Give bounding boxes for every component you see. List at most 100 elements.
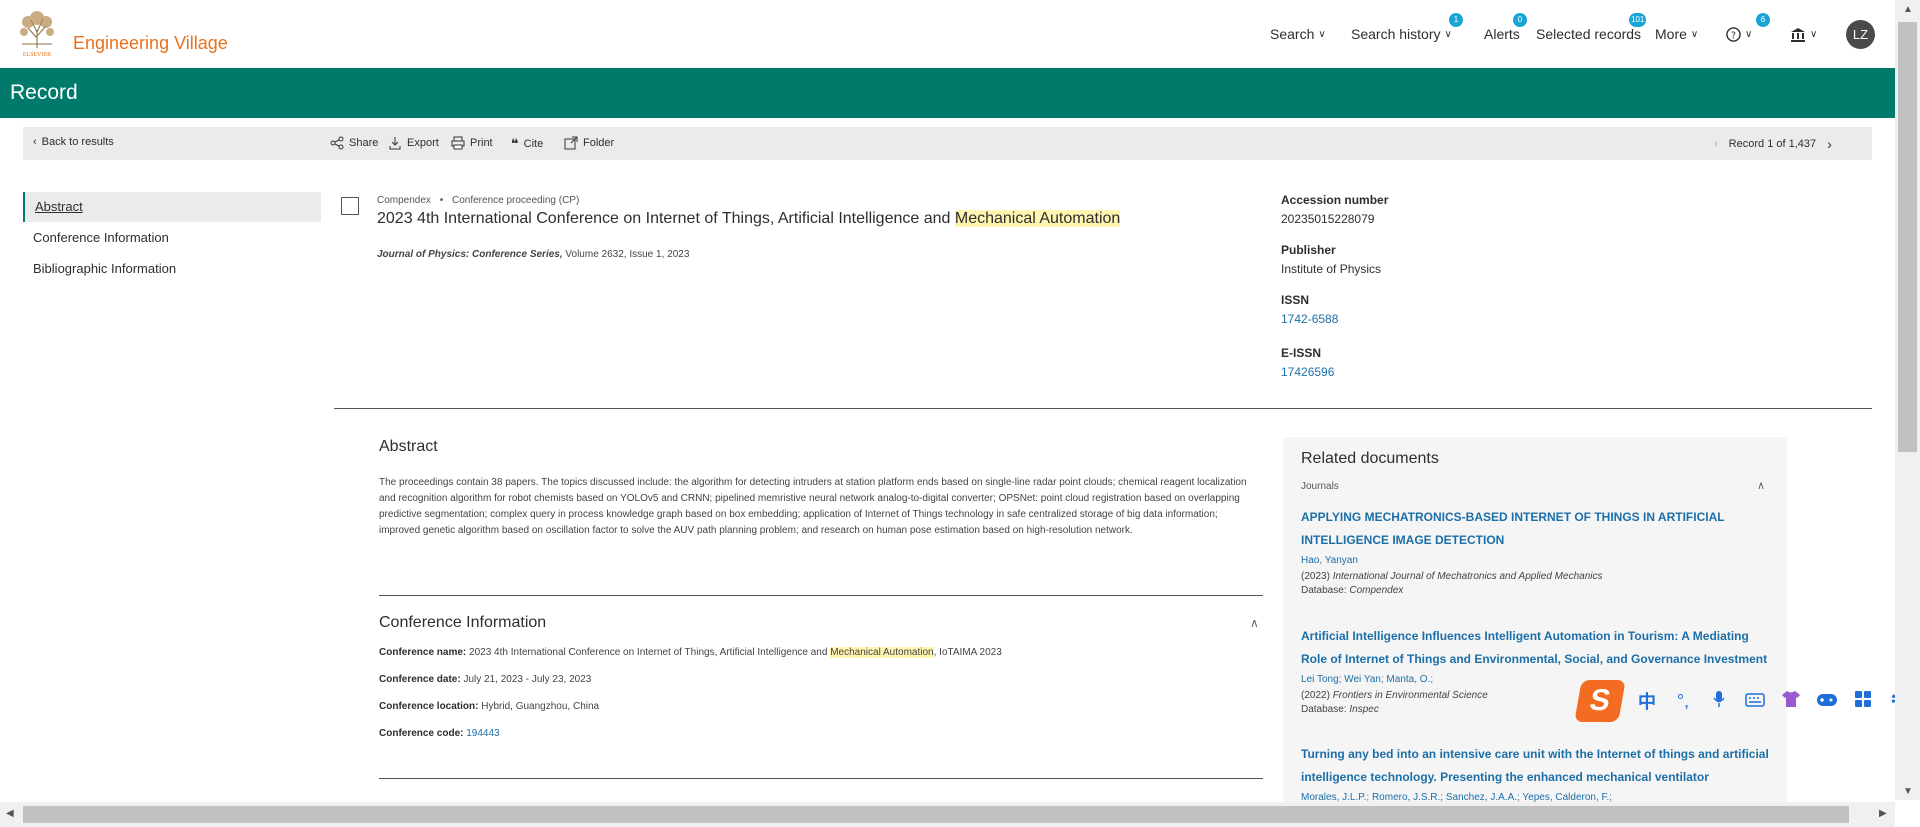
related-documents-panel: Related documents Journals ∧ APPLYING ME… xyxy=(1283,437,1787,807)
scroll-down-arrow-icon[interactable]: ▼ xyxy=(1903,786,1913,797)
select-record-checkbox[interactable] xyxy=(341,197,359,215)
related-doc-authors[interactable]: Hao, Yanyan xyxy=(1301,555,1777,566)
chevron-up-icon[interactable]: ∧ xyxy=(1250,616,1259,630)
chevron-down-icon: ∨ xyxy=(1690,28,1699,40)
conference-location-value: Hybrid, Guangzhou, China xyxy=(478,701,600,712)
export-button[interactable]: Export xyxy=(388,136,439,150)
conference-name-highlight: Mechanical Automation xyxy=(830,647,934,658)
chevron-left-icon: ‹ xyxy=(33,136,37,148)
chevron-up-icon[interactable]: ∧ xyxy=(1757,479,1765,492)
abstract-heading: Abstract xyxy=(379,438,438,455)
related-doc-title-link[interactable]: Artificial Intelligence Influences Intel… xyxy=(1301,625,1777,671)
horizontal-scroll-thumb[interactable] xyxy=(23,806,1849,823)
alerts-badge: 0 xyxy=(1513,13,1527,27)
issn-link[interactable]: 1742-6588 xyxy=(1281,312,1338,326)
brand-name[interactable]: Engineering Village xyxy=(73,33,228,54)
microphone-icon[interactable] xyxy=(1708,690,1730,713)
share-button[interactable]: Share xyxy=(330,136,378,150)
related-doc-year-source: (2023) International Journal of Mechatro… xyxy=(1301,571,1777,582)
share-label: Share xyxy=(349,137,379,149)
record-meta: Compendex • Conference proceeding (CP) xyxy=(377,195,579,206)
nav-more[interactable]: More ∨ xyxy=(1655,24,1698,44)
chevron-right-icon[interactable]: › xyxy=(1827,136,1832,152)
journal-name: Journal of Physics: Conference Series, xyxy=(377,249,563,260)
accession-block: Accession number 20235015228079 xyxy=(1281,193,1388,226)
scroll-right-arrow-icon[interactable]: ▶ xyxy=(1879,808,1887,819)
conference-location-row: Conference location: Hybrid, Guangzhou, … xyxy=(379,701,599,712)
issn-block: ISSN 1742-6588 xyxy=(1281,293,1338,326)
record-toolbar: ‹ Back to results Share Export Print ❝ C… xyxy=(23,127,1872,160)
print-button[interactable]: Print xyxy=(451,136,493,150)
eissn-label: E-ISSN xyxy=(1281,346,1322,360)
page-title-bar: Record xyxy=(0,68,1895,118)
nav-selected-records-label: Selected records xyxy=(1536,26,1642,42)
related-doc-year: (2022) xyxy=(1301,690,1330,701)
nav-conference-information[interactable]: Conference Information xyxy=(23,223,321,253)
nav-help[interactable]: ? ∨ 6 xyxy=(1726,13,1770,44)
database-label: Database: xyxy=(1301,585,1347,596)
institution-icon xyxy=(1791,27,1805,42)
selected-records-badge: 101 xyxy=(1629,13,1647,27)
record-section-nav: Abstract Conference Information Bibliogr… xyxy=(23,192,321,285)
database-label: Compendex xyxy=(377,195,431,206)
nav-search[interactable]: Search ∨ xyxy=(1270,24,1326,44)
ime-toolbar: S 中 °, xyxy=(1574,680,1920,722)
gamepad-icon[interactable] xyxy=(1816,691,1838,712)
ime-punctuation-toggle[interactable]: °, xyxy=(1672,691,1694,712)
cite-label: Cite xyxy=(523,138,544,150)
conference-location-label: Conference location: xyxy=(379,701,479,712)
related-doc-database: Database: Compendex xyxy=(1301,585,1777,596)
conference-code-link[interactable]: 194443 xyxy=(466,728,499,739)
nav-abstract[interactable]: Abstract xyxy=(23,192,321,222)
search-history-badge: 1 xyxy=(1449,13,1463,27)
grid-apps-icon[interactable] xyxy=(1852,690,1874,713)
elsevier-logo[interactable]: ELSEVIER xyxy=(14,8,60,58)
chevron-down-icon: ∨ xyxy=(1318,28,1326,40)
ime-language-toggle[interactable]: 中 xyxy=(1636,688,1658,714)
title-highlight: Mechanical Automation xyxy=(954,210,1121,227)
chevron-left-icon[interactable]: ‹ xyxy=(1714,138,1718,150)
nav-search-history[interactable]: Search history ∨ 1 xyxy=(1351,13,1463,44)
folder-add-icon xyxy=(564,136,578,150)
user-avatar[interactable]: LZ xyxy=(1846,20,1875,49)
sogou-logo[interactable]: S xyxy=(1574,680,1626,722)
conference-name-label: Conference name: xyxy=(379,647,467,658)
help-badge: 6 xyxy=(1756,13,1770,27)
conference-code-label: Conference code: xyxy=(379,728,464,739)
svg-text:?: ? xyxy=(1731,30,1736,41)
conference-name-suffix: , IoTAIMA 2023 xyxy=(933,647,1002,658)
nav-institution[interactable]: ∨ xyxy=(1790,24,1817,44)
nav-bibliographic-information[interactable]: Bibliographic Information xyxy=(23,254,321,284)
accession-label: Accession number xyxy=(1281,193,1389,207)
nav-alerts[interactable]: Alerts 0 xyxy=(1484,13,1527,44)
nav-search-history-label: Search history xyxy=(1351,26,1441,42)
related-doc-title-link[interactable]: APPLYING MECHATRONICS-BASED INTERNET OF … xyxy=(1301,506,1777,552)
scroll-left-arrow-icon[interactable]: ◀ xyxy=(6,808,14,819)
folder-button[interactable]: Folder xyxy=(564,136,614,150)
page-title: Record xyxy=(10,81,78,104)
eissn-link[interactable]: 17426596 xyxy=(1281,365,1334,379)
chevron-down-icon: ∨ xyxy=(1810,28,1818,40)
conference-divider xyxy=(379,778,1263,779)
chevron-down-icon: ∨ xyxy=(1444,28,1452,40)
database-value: Inspec xyxy=(1349,704,1379,715)
scroll-up-arrow-icon[interactable]: ▲ xyxy=(1903,4,1913,15)
back-to-results-link[interactable]: ‹ Back to results xyxy=(33,136,114,148)
top-header: ELSEVIER Engineering Village Search ∨ Sea… xyxy=(0,0,1895,68)
accession-value: 20235015228079 xyxy=(1281,212,1375,226)
conference-heading: Conference Information xyxy=(379,614,547,631)
vertical-scroll-thumb[interactable] xyxy=(1898,22,1917,452)
record-pager: ‹ Record 1 of 1,437 › xyxy=(1714,136,1832,152)
export-label: Export xyxy=(407,137,439,149)
back-label: Back to results xyxy=(41,136,114,148)
cite-button[interactable]: ❝ Cite xyxy=(511,136,543,152)
logo-text: ELSEVIER xyxy=(23,52,51,58)
nav-selected-records[interactable]: Selected records 101 xyxy=(1536,13,1647,44)
skin-shirt-icon[interactable] xyxy=(1780,690,1802,713)
keyboard-icon[interactable] xyxy=(1744,691,1766,712)
title-text: 2023 4th International Conference on Int… xyxy=(377,210,955,227)
nav-alerts-label: Alerts xyxy=(1484,26,1520,42)
conference-code-row: Conference code: 194443 xyxy=(379,728,500,739)
related-doc-title-link[interactable]: Turning any bed into an intensive care u… xyxy=(1301,743,1777,789)
related-doc-year: (2023) xyxy=(1301,571,1330,582)
